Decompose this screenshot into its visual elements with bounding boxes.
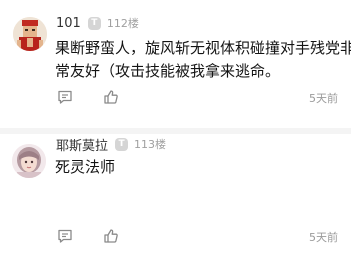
- username[interactable]: 101: [56, 16, 81, 31]
- avatar[interactable]: [13, 17, 47, 51]
- comment-icon: [58, 90, 72, 104]
- avatar[interactable]: [12, 144, 46, 178]
- comment-text-line: 常友好（攻击技能被我拿来逃命。: [55, 62, 281, 80]
- level-badge: T: [87, 16, 101, 30]
- comment-feed: 101 T 112楼 果断野蛮人，旋风斩无视体积碰撞对手残党非 常友好（攻击技能…: [0, 0, 351, 254]
- floor-number: 112楼: [106, 17, 139, 30]
- reply-button[interactable]: [56, 88, 74, 106]
- comment-text: 果断野蛮人，旋风斩无视体积碰撞对手残党非 常友好（攻击技能被我拿来逃命。: [55, 37, 351, 83]
- comment-text: 死灵法师: [55, 156, 340, 179]
- comment-item: 耶斯莫拉 T 113楼 死灵法师 5天前: [0, 134, 351, 254]
- comment-icon: [58, 229, 72, 243]
- like-button[interactable]: [102, 88, 120, 106]
- thumbs-up-icon: [104, 90, 118, 104]
- level-badge: T: [115, 137, 129, 151]
- thumbs-up-icon: [104, 229, 118, 243]
- username[interactable]: 耶斯莫拉: [56, 135, 108, 154]
- comment-item: 101 T 112楼 果断野蛮人，旋风斩无视体积碰撞对手残党非 常友好（攻击技能…: [0, 0, 351, 128]
- avatar-image: [12, 144, 46, 178]
- timestamp: 5天前: [309, 231, 338, 244]
- timestamp: 5天前: [309, 92, 338, 105]
- like-button[interactable]: [102, 227, 120, 245]
- comment-text-line: 死灵法师: [55, 158, 116, 176]
- floor-number: 113楼: [134, 138, 167, 151]
- avatar-image: [13, 17, 47, 51]
- comment-text-line: 果断野蛮人，旋风斩无视体积碰撞对手残党非: [55, 39, 351, 57]
- reply-button[interactable]: [56, 227, 74, 245]
